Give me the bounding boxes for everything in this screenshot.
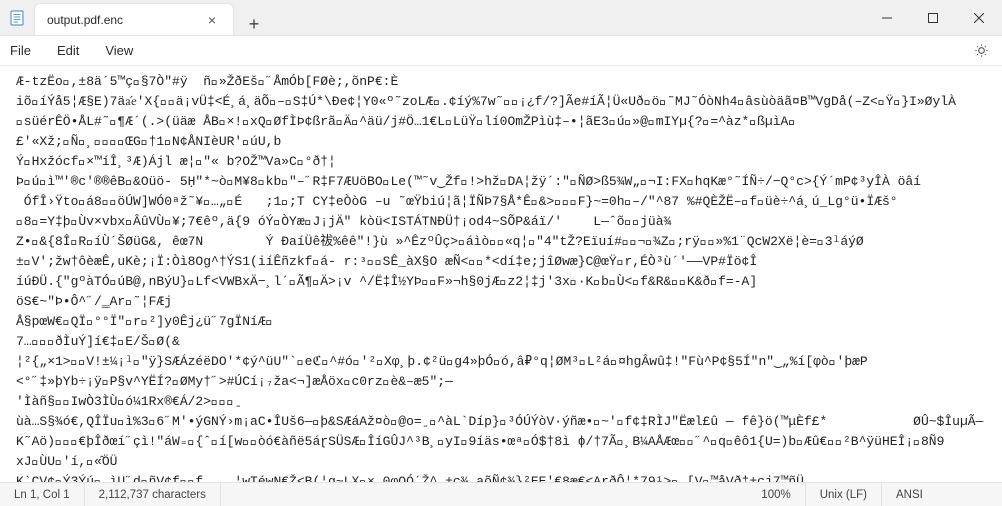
minimize-button[interactable] (864, 0, 910, 35)
status-line-ending[interactable]: Unix (LF) (806, 483, 882, 506)
editor[interactable]: Æ-tzËo￾,±8ä´5™ç￾§7Ò"#ÿ ñ￾»ŽðEš￾˝ÅmÓb[FØè… (0, 66, 1002, 482)
menubar-right (970, 40, 992, 62)
menu-view[interactable]: View (105, 43, 133, 58)
status-zoom[interactable]: 100% (747, 483, 805, 506)
status-characters[interactable]: 2,112,737 characters (85, 483, 221, 506)
window: output.pdf.enc × + File Edit View (0, 0, 1002, 506)
new-tab-button[interactable]: + (240, 14, 268, 35)
window-controls (864, 0, 1002, 35)
status-position[interactable]: Ln 1, Col 1 (0, 483, 85, 506)
app-icon (0, 0, 34, 35)
maximize-button[interactable] (910, 0, 956, 35)
menubar: File Edit View (0, 36, 1002, 66)
statusbar: Ln 1, Col 1 2,112,737 characters 100% Un… (0, 482, 1002, 506)
gear-icon[interactable] (970, 40, 992, 62)
titlebar: output.pdf.enc × + (0, 0, 1002, 36)
tabs: output.pdf.enc × + (34, 0, 268, 35)
menu-edit[interactable]: Edit (57, 43, 79, 58)
close-button[interactable] (956, 0, 1002, 35)
menu-file[interactable]: File (10, 43, 31, 58)
tab-title: output.pdf.enc (47, 13, 193, 27)
editor-content: Æ-tzËo￾,±8ä´5™ç￾§7Ò"#ÿ ñ￾»ŽðEš￾˝ÅmÓb[FØè… (16, 72, 992, 482)
status-encoding[interactable]: ANSI (882, 483, 1002, 506)
close-icon[interactable]: × (203, 11, 221, 29)
tab-active[interactable]: output.pdf.enc × (34, 3, 234, 35)
